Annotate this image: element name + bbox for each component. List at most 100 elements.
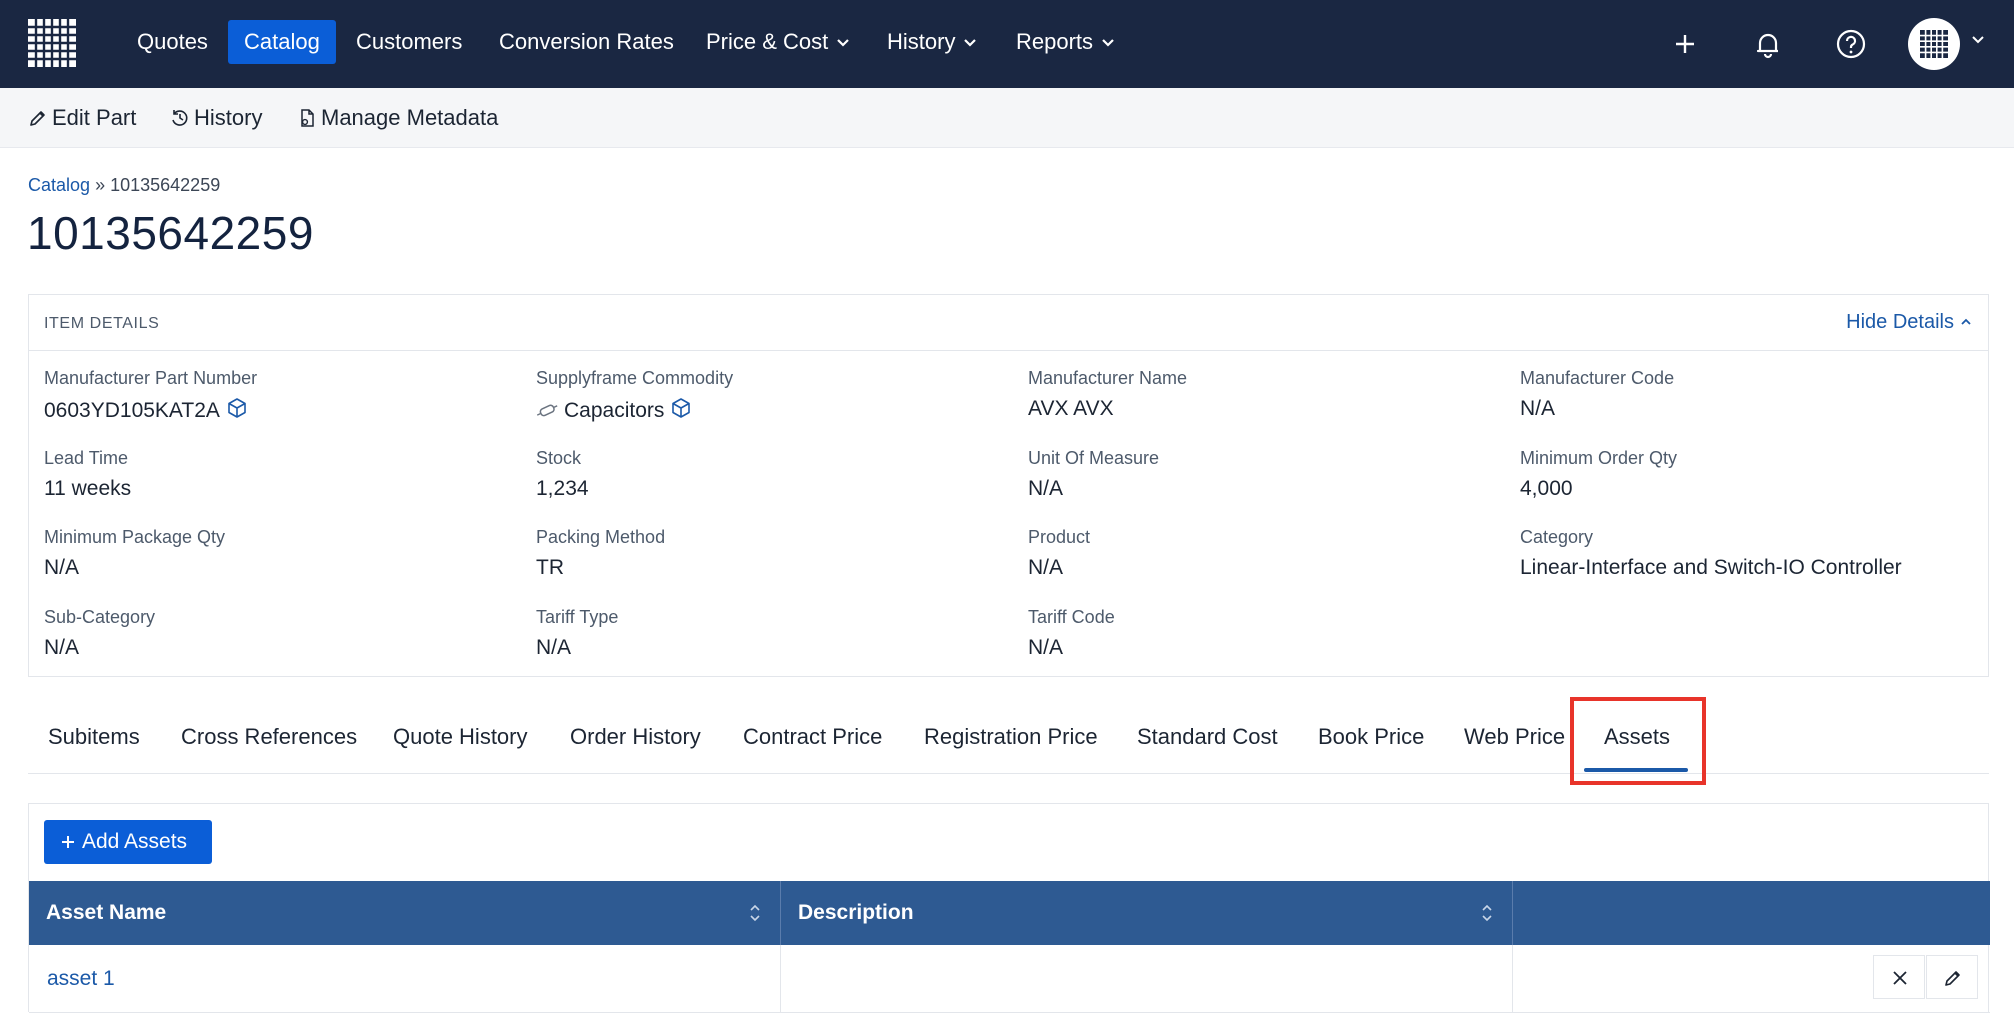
- field-label: Manufacturer Code: [1520, 368, 1675, 388]
- grid-avatar-icon: [1920, 30, 1948, 58]
- field-value: N/A: [536, 636, 572, 659]
- action-toolbar: Edit Part History Manage Metadata: [0, 88, 2014, 148]
- field-label: Manufacturer Name: [1028, 368, 1188, 388]
- field-label: Sub-Category: [44, 607, 156, 627]
- nav-catalog[interactable]: Catalog: [228, 20, 336, 64]
- capacitor-icon: [536, 404, 558, 417]
- tab-web-price[interactable]: Web Price: [1464, 724, 1565, 750]
- nav-conversion-rates-label: Conversion Rates: [499, 29, 674, 54]
- field-value: N/A: [1520, 397, 1556, 420]
- item-details-card: ITEM DETAILS Hide Details Manufacturer P…: [28, 294, 1989, 677]
- field-category: Category Linear-Interface and Switch-IO …: [1520, 527, 1902, 580]
- edit-asset-button[interactable]: [1926, 955, 1978, 999]
- sort-icon[interactable]: [1480, 903, 1494, 923]
- column-header-actions: [1513, 881, 1990, 945]
- sort-icon[interactable]: [748, 903, 762, 923]
- tab-order-history[interactable]: Order History: [570, 724, 701, 750]
- manage-metadata-button[interactable]: Manage Metadata: [297, 102, 498, 134]
- breadcrumb-current: 10135642259: [110, 175, 221, 195]
- field-label: Minimum Package Qty: [44, 527, 226, 547]
- column-header-asset-name[interactable]: Asset Name: [29, 881, 781, 945]
- plus-icon[interactable]: [1665, 24, 1705, 64]
- delete-asset-button[interactable]: [1873, 955, 1925, 999]
- chevron-down-icon: [1102, 39, 1114, 47]
- plus-icon: [62, 836, 74, 848]
- document-gear-icon: [301, 109, 314, 127]
- field-label: Tariff Type: [536, 607, 619, 627]
- history-button[interactable]: History: [170, 102, 262, 134]
- field-value: 11 weeks: [44, 477, 132, 500]
- breadcrumb-separator: »: [95, 175, 106, 195]
- add-assets-button[interactable]: Add Assets: [44, 820, 212, 864]
- breadcrumb-catalog-link[interactable]: Catalog: [28, 175, 90, 195]
- nav-price-cost[interactable]: Price & Cost: [690, 20, 866, 64]
- field-value: 0603YD105KAT2A: [44, 397, 257, 423]
- chevron-up-icon: [1961, 318, 1971, 325]
- tab-registration-price[interactable]: Registration Price: [924, 724, 1098, 750]
- field-label: Minimum Order Qty: [1520, 448, 1678, 468]
- history-icon: [172, 110, 188, 126]
- chevron-down-icon[interactable]: [1970, 34, 1986, 46]
- pencil-icon: [30, 111, 45, 126]
- field-value: 4,000: [1520, 477, 1573, 500]
- cube-icon[interactable]: [670, 397, 692, 419]
- app-logo-icon[interactable]: [28, 19, 76, 67]
- column-header-label: Asset Name: [46, 901, 167, 924]
- help-icon[interactable]: [1831, 24, 1871, 64]
- nav-reports[interactable]: Reports: [1000, 20, 1131, 64]
- assets-table-header: Asset Name Description: [29, 881, 1990, 945]
- nav-quotes[interactable]: Quotes: [121, 20, 224, 64]
- history-label: History: [194, 105, 263, 130]
- field-value: N/A: [44, 556, 80, 579]
- nav-reports-label: Reports: [1016, 29, 1094, 54]
- field-label: Tariff Code: [1028, 607, 1115, 627]
- nav-customers-label: Customers: [356, 29, 463, 54]
- avatar[interactable]: [1908, 18, 1960, 70]
- nav-catalog-label: Catalog: [244, 29, 320, 54]
- nav-quotes-label: Quotes: [137, 29, 208, 54]
- field-value: N/A: [44, 636, 80, 659]
- chevron-down-icon: [964, 39, 977, 47]
- field-value: N/A: [1028, 636, 1064, 659]
- page-title: 10135642259: [27, 207, 314, 259]
- column-header-description[interactable]: Description: [781, 881, 1513, 945]
- field-label: Supplyframe Commodity: [536, 368, 734, 388]
- cell-asset-name: asset 1: [29, 945, 781, 1013]
- nav-customers[interactable]: Customers: [340, 20, 478, 64]
- close-icon: [1893, 971, 1907, 985]
- bell-icon[interactable]: [1748, 24, 1788, 64]
- highlight-box: [1570, 697, 1706, 785]
- field-label: Stock: [536, 448, 582, 468]
- chevron-down-icon: [837, 39, 850, 47]
- nav-conversion-rates[interactable]: Conversion Rates: [483, 20, 690, 64]
- field-label: Unit Of Measure: [1028, 448, 1160, 468]
- tab-contract-price[interactable]: Contract Price: [743, 724, 882, 750]
- nav-history-label: History: [887, 29, 956, 54]
- tab-quote-history[interactable]: Quote History: [393, 724, 528, 750]
- field-manufacturer-name: Manufacturer Name AVX AVX: [1028, 368, 1187, 421]
- field-stock: Stock 1,234: [536, 448, 589, 501]
- field-label: Manufacturer Part Number: [44, 368, 258, 388]
- field-minimum-order-qty: Minimum Order Qty 4,000: [1520, 448, 1677, 501]
- field-value: Capacitors: [536, 397, 733, 423]
- tab-standard-cost[interactable]: Standard Cost: [1137, 724, 1278, 750]
- field-value: AVX AVX: [1028, 397, 1114, 420]
- field-label: Category: [1520, 527, 1594, 547]
- tab-subitems[interactable]: Subitems: [48, 724, 140, 750]
- cube-icon[interactable]: [226, 397, 248, 419]
- cell-actions: [1513, 945, 1990, 1013]
- asset-name-link[interactable]: asset 1: [47, 967, 115, 991]
- field-value: TR: [536, 556, 564, 579]
- tab-book-price[interactable]: Book Price: [1318, 724, 1424, 750]
- field-value: Linear-Interface and Switch-IO Controlle…: [1520, 556, 1902, 579]
- field-label: Product: [1028, 527, 1091, 547]
- breadcrumb: Catalog » 10135642259: [28, 175, 220, 196]
- field-tariff-type: Tariff Type N/A: [536, 607, 618, 660]
- field-manufacturer-code: Manufacturer Code N/A: [1520, 368, 1674, 421]
- tab-cross-references[interactable]: Cross References: [181, 724, 357, 750]
- nav-history[interactable]: History: [871, 20, 993, 64]
- hide-details-toggle[interactable]: Hide Details: [1846, 311, 1972, 334]
- edit-part-button[interactable]: Edit Part: [28, 102, 136, 134]
- field-sub-category: Sub-Category N/A: [44, 607, 155, 660]
- field-value: N/A: [1028, 556, 1064, 579]
